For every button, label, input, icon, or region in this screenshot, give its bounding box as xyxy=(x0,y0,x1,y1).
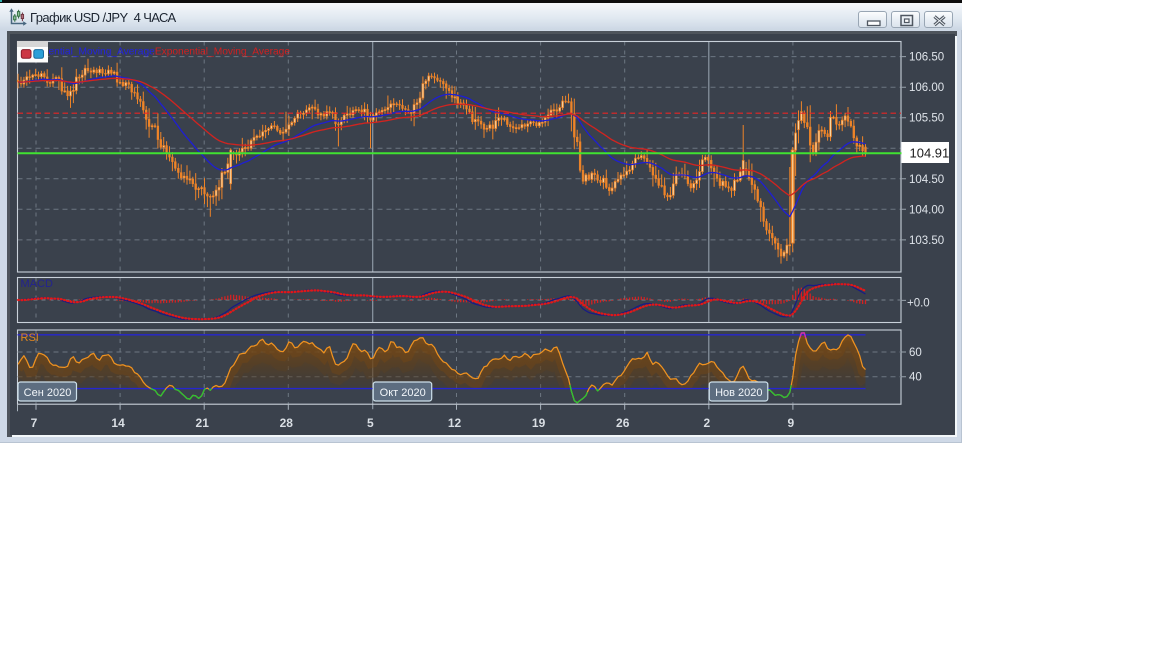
svg-text:105.50: 105.50 xyxy=(909,113,944,125)
svg-text:106.50: 106.50 xyxy=(909,52,944,64)
svg-text:MACD: MACD xyxy=(21,278,53,290)
svg-text:RSI: RSI xyxy=(21,332,39,344)
svg-text:103.50: 103.50 xyxy=(909,235,944,247)
svg-text:.Exponential_Moving_Average: .Exponential_Moving_Average xyxy=(152,46,290,57)
svg-text:106.00: 106.00 xyxy=(909,82,944,94)
svg-text:2: 2 xyxy=(703,416,710,430)
svg-text:7: 7 xyxy=(31,416,38,430)
svg-text:26: 26 xyxy=(616,416,630,430)
svg-text:12: 12 xyxy=(448,416,462,430)
svg-text:5: 5 xyxy=(367,416,374,430)
svg-text:104.50: 104.50 xyxy=(909,174,944,186)
svg-text:ential_Moving_Average: ential_Moving_Average xyxy=(49,46,156,57)
svg-text:+0.0: +0.0 xyxy=(907,298,930,310)
svg-text:104.91: 104.91 xyxy=(910,146,950,161)
svg-text:9: 9 xyxy=(788,416,795,430)
svg-text:40: 40 xyxy=(909,372,922,384)
svg-text:Нов 2020: Нов 2020 xyxy=(715,387,762,399)
svg-text:Сен 2020: Сен 2020 xyxy=(24,387,72,399)
svg-text:21: 21 xyxy=(196,416,210,430)
svg-text:28: 28 xyxy=(280,416,294,430)
svg-text:19: 19 xyxy=(532,416,546,430)
svg-text:14: 14 xyxy=(111,416,125,430)
svg-text:Окт 2020: Окт 2020 xyxy=(380,387,426,399)
svg-text:60: 60 xyxy=(909,347,922,359)
svg-text:104.00: 104.00 xyxy=(909,204,944,216)
